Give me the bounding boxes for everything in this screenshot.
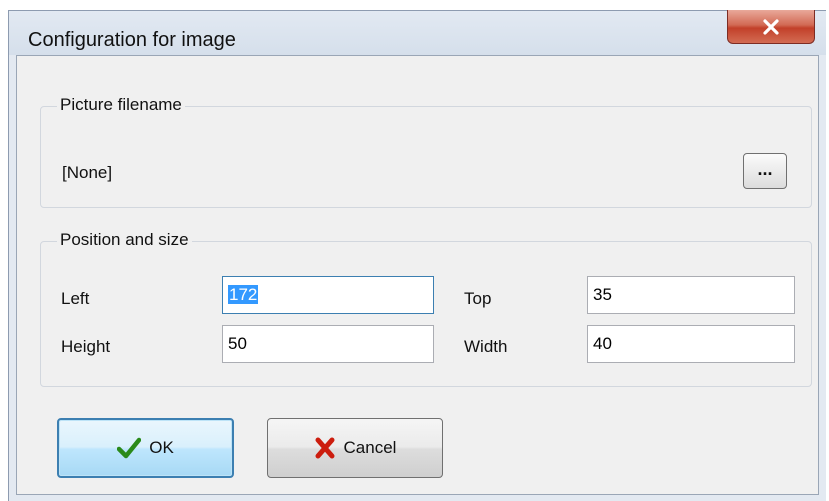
close-button[interactable] bbox=[727, 10, 815, 44]
ok-button[interactable]: OK bbox=[57, 418, 234, 478]
picture-filename-value: [None] bbox=[62, 163, 113, 182]
picture-filename-group: Picture filename [None] ... bbox=[40, 95, 812, 208]
dialog-window: Configuration for image Picture filename… bbox=[8, 10, 826, 501]
left-input[interactable]: 172 bbox=[222, 276, 434, 314]
cancel-button[interactable]: Cancel bbox=[267, 418, 443, 478]
top-input[interactable]: 35 bbox=[587, 276, 795, 314]
width-label: Width bbox=[464, 337, 508, 356]
width-input[interactable]: 40 bbox=[587, 325, 795, 363]
height-label: Height bbox=[61, 337, 111, 356]
red-x-icon bbox=[314, 437, 336, 459]
cancel-button-label: Cancel bbox=[343, 438, 397, 457]
window-title: Configuration for image bbox=[28, 29, 236, 51]
left-label: Left bbox=[61, 289, 90, 308]
position-size-group-title: Position and size bbox=[57, 230, 192, 250]
left-input-value: 172 bbox=[228, 285, 259, 304]
title-bar[interactable]: Configuration for image bbox=[9, 10, 826, 55]
height-input[interactable]: 50 bbox=[222, 325, 434, 363]
top-label: Top bbox=[464, 289, 492, 308]
ok-button-label: OK bbox=[149, 438, 174, 457]
checkmark-icon bbox=[117, 437, 142, 459]
position-size-group: Position and size Left 172 Top 35 Height… bbox=[40, 230, 812, 387]
dialog-client-area: Picture filename [None] ... Position and… bbox=[16, 55, 819, 495]
browse-button[interactable]: ... bbox=[743, 153, 787, 189]
close-icon bbox=[763, 18, 779, 35]
picture-filename-group-title: Picture filename bbox=[57, 95, 185, 115]
